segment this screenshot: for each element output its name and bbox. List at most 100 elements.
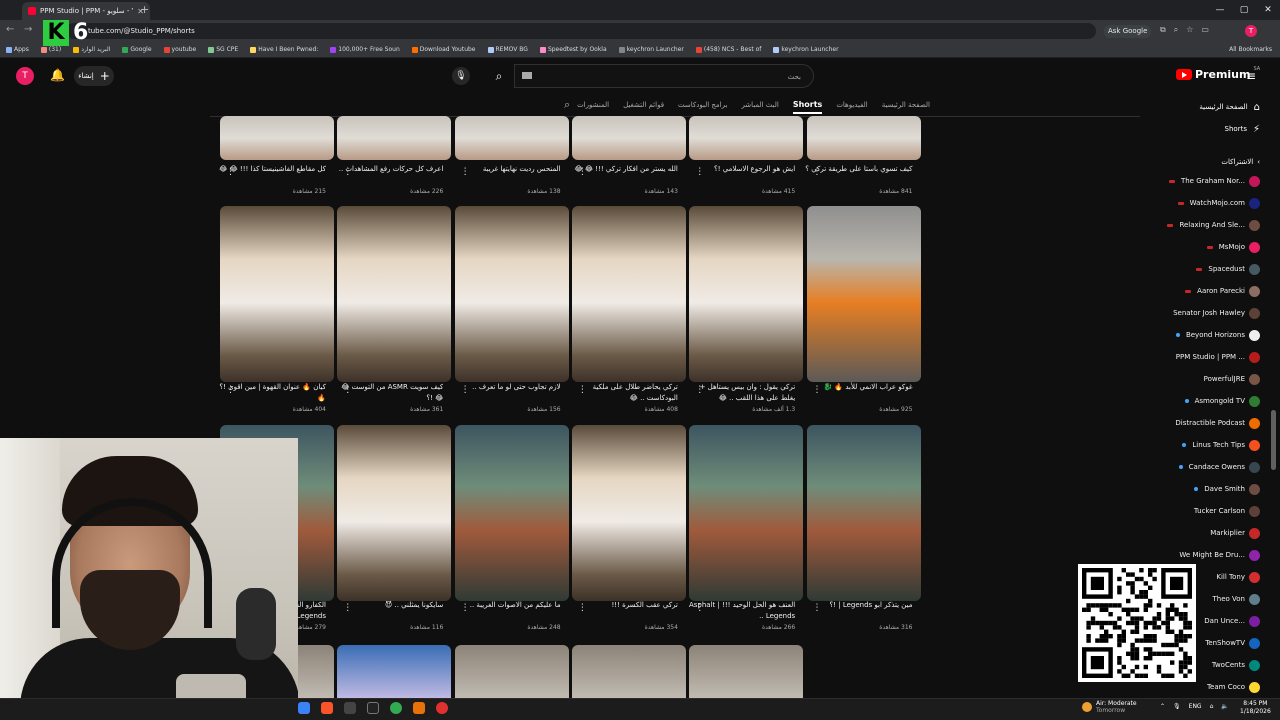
subscription-item[interactable]: Candace Owens [1150,456,1268,478]
tab-home[interactable]: الصفحة الرئيسية [882,96,930,114]
video-thumbnail[interactable] [454,645,569,705]
subscription-item[interactable]: WatchMojo.com [1150,192,1268,214]
more-options-icon[interactable]: ⋮ [461,167,470,177]
bookmark-item[interactable]: 100,000+ Free Soun [330,46,400,53]
bookmark-item[interactable]: (31) [40,46,61,53]
more-options-icon[interactable]: ⋮ [578,167,587,177]
subscription-item[interactable]: We Might Be Dru... [1150,544,1268,566]
video-thumbnail[interactable] [220,116,334,160]
more-options-icon[interactable]: ⋮ [695,167,704,177]
volume-icon[interactable]: 🔈 [1221,703,1228,710]
video-thumbnail[interactable] [337,645,452,705]
video-thumbnail[interactable] [571,206,686,382]
bookmark-item[interactable]: Have I Been Pwned: [250,46,318,53]
bookmark-item[interactable]: youtube [163,46,196,53]
tab-playlists[interactable]: قوائم التشغيل [623,96,664,114]
new-tab-icon[interactable]: + [140,3,149,16]
subscription-item[interactable]: MsMojo [1150,236,1268,258]
video-thumbnail[interactable] [689,206,804,382]
subscription-item[interactable]: Spacedust [1150,258,1268,280]
subscription-item[interactable]: PowerfulJRE [1150,368,1268,390]
zoom-icon[interactable]: ⌕ [1174,25,1178,35]
video-thumbnail[interactable] [689,645,804,705]
taskbar-clock[interactable]: 8:45 PM 1/18/2026 [1240,700,1271,716]
tab-live[interactable]: البث المباشر [741,96,778,114]
subscription-item[interactable]: Aaron Parecki [1150,280,1268,302]
browser-tab[interactable]: PPM Studio | PPM - سلويو - You ✕ [22,2,150,20]
back-icon[interactable]: ← [6,24,14,35]
bookmark-item[interactable]: SG CPE [208,46,238,53]
all-bookmarks-button[interactable]: All Bookmarks [1229,46,1272,53]
subscription-item[interactable]: Markiplier [1150,522,1268,544]
more-options-icon[interactable]: ⋮ [226,385,235,395]
profile-avatar[interactable]: T [1245,25,1257,37]
bookmark-item[interactable]: (458) NCS - Best of [695,46,761,53]
video-thumbnail[interactable] [689,116,804,160]
bookmark-star-icon[interactable]: ☆ [1186,25,1193,35]
subscription-item[interactable]: Asmongold TV [1150,390,1268,412]
create-button[interactable]: إنشاء + [74,66,114,86]
maximize-icon[interactable]: ▢ [1232,0,1256,20]
video-thumbnail[interactable] [806,116,921,160]
ask-google-button[interactable]: Ask Google [1104,25,1152,38]
subscription-item[interactable]: Relaxing And Sle... [1150,214,1268,236]
taskbar-weather[interactable]: Air: Moderate Tomorrow [1082,700,1137,714]
steam-icon[interactable] [344,702,356,714]
terminal-icon[interactable] [367,702,379,714]
tab-shorts[interactable]: Shorts [792,96,823,114]
subscriptions-header[interactable]: الاشتراكات ‹ [1150,154,1268,170]
subscription-item[interactable]: PPM Studio | PPM ... [1150,346,1268,368]
voice-search-icon[interactable]: 🎙 [452,67,470,85]
more-options-icon[interactable]: ⋮ [343,603,352,613]
forward-icon[interactable]: → [24,24,32,35]
network-icon[interactable]: ⌂ [1210,703,1214,710]
more-options-icon[interactable]: ⋮ [695,385,704,395]
microphone-tray-icon[interactable]: 🎙 [1173,703,1181,710]
more-options-icon[interactable]: ⋮ [226,167,235,177]
subscription-item[interactable]: Senator Josh Hawley [1150,302,1268,324]
video-thumbnail[interactable] [337,425,452,601]
account-avatar[interactable]: T [16,67,34,85]
more-options-icon[interactable]: ⋮ [461,603,470,613]
search-icon[interactable]: ⌕ [484,64,514,88]
search-input[interactable]: بحث [514,64,814,88]
bookmark-item[interactable]: Download Youtube [411,46,476,53]
obs-icon[interactable] [436,702,448,714]
bookmark-item[interactable]: keychron Launcher [618,46,684,53]
close-window-icon[interactable]: ✕ [1256,0,1280,20]
bookmark-item[interactable]: Google [122,46,152,53]
subscription-item[interactable]: Tucker Carlson [1150,500,1268,522]
vlc-icon[interactable] [413,702,425,714]
video-thumbnail[interactable] [454,425,569,601]
video-thumbnail[interactable] [220,206,334,382]
sidebar-scrollbar[interactable] [1271,410,1276,470]
brave-browser-icon[interactable] [321,702,333,714]
bookmark-item[interactable]: keychron Launcher [773,46,839,53]
file-explorer-icon[interactable] [298,702,310,714]
subscription-item[interactable]: Linus Tech Tips [1150,434,1268,456]
video-thumbnail[interactable] [571,116,686,160]
video-thumbnail[interactable] [571,645,686,705]
subscription-item[interactable]: Distractible Podcast [1150,412,1268,434]
video-thumbnail[interactable] [571,425,686,601]
minimize-icon[interactable]: — [1208,0,1232,20]
bookmark-item[interactable]: البريد الوارد [73,46,110,53]
sidepanel-icon[interactable]: ▭ [1201,25,1209,35]
url-field[interactable]: tube.com/@Studio_PPM/shorts [66,23,1096,39]
video-thumbnail[interactable] [806,206,921,382]
tray-chevron-icon[interactable]: ⌃ [1160,703,1165,710]
more-options-icon[interactable]: ⋮ [813,167,822,177]
more-options-icon[interactable]: ⋮ [695,603,704,613]
more-options-icon[interactable]: ⋮ [461,385,470,395]
subscription-item[interactable]: Beyond Horizons [1150,324,1268,346]
more-options-icon[interactable]: ⋮ [578,603,587,613]
video-thumbnail[interactable] [337,206,452,382]
tab-posts[interactable]: المنشورات [577,96,609,114]
sidebar-item-shorts[interactable]: Shorts ⚡ [1150,118,1268,140]
tab-videos[interactable]: الفيديوهات [836,96,867,114]
bookmark-item[interactable]: Apps [6,46,29,53]
more-options-icon[interactable]: ⋮ [578,385,587,395]
tab-podcasts[interactable]: برامج البودكاست [678,96,727,114]
video-thumbnail[interactable] [337,116,452,160]
more-options-icon[interactable]: ⋮ [343,167,352,177]
